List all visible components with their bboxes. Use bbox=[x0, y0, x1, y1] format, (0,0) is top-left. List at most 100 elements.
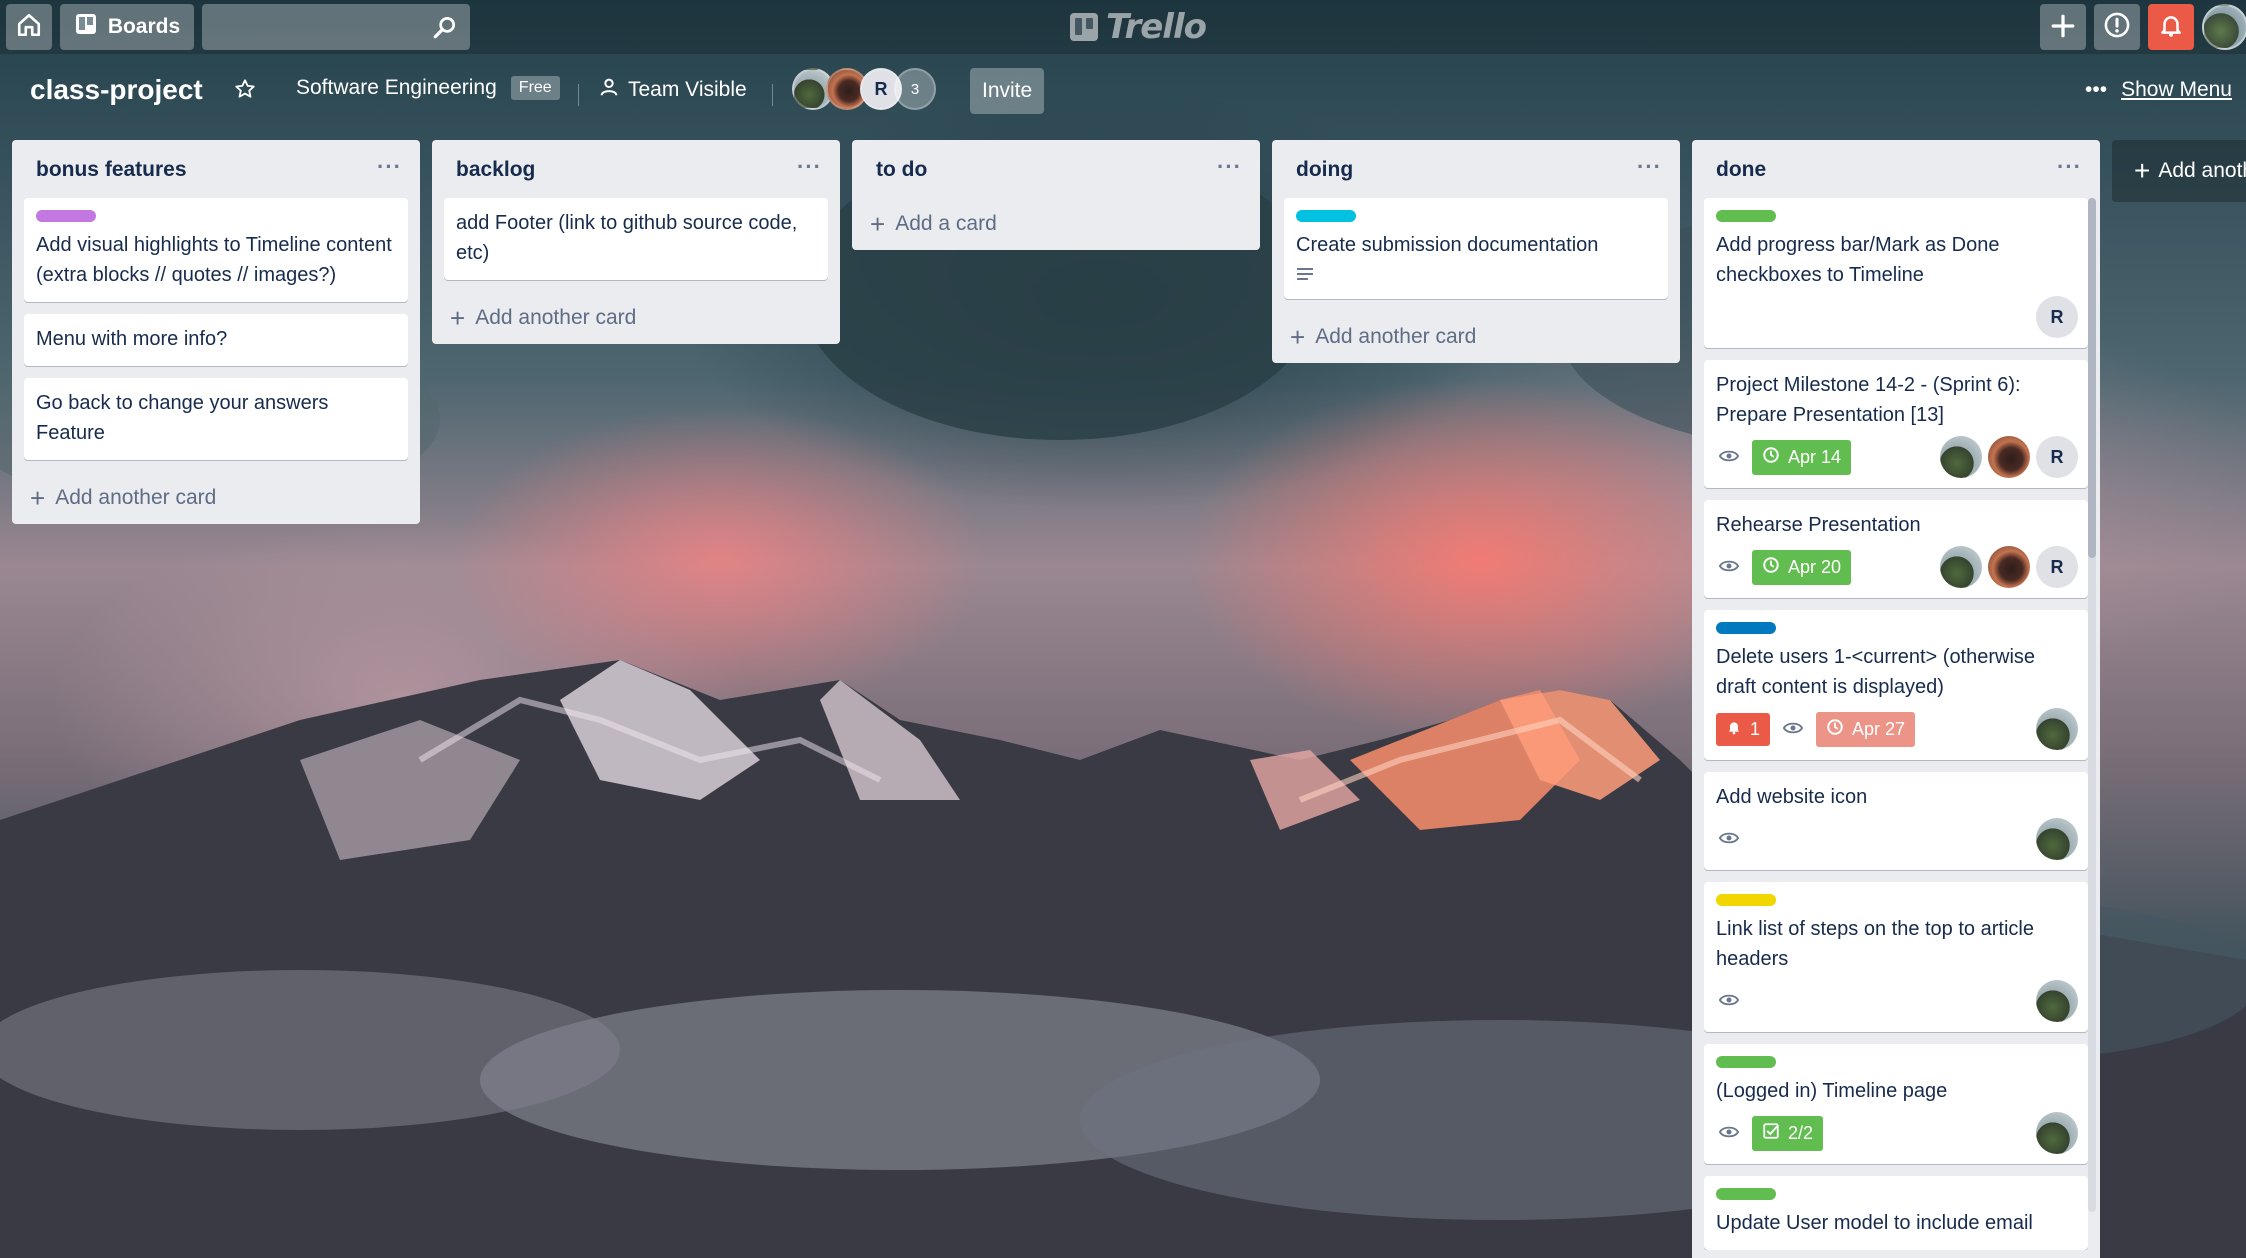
star-button[interactable] bbox=[234, 78, 256, 106]
create-button[interactable] bbox=[2040, 4, 2086, 50]
list-title[interactable]: to do bbox=[876, 158, 927, 182]
trello-logo[interactable]: Trello bbox=[1070, 7, 1207, 47]
member-avatar[interactable]: R bbox=[2036, 546, 2078, 588]
due-date-badge[interactable]: Apr 20 bbox=[1752, 549, 1852, 585]
card[interactable]: Rehearse Presentation Apr 20 R bbox=[1704, 500, 2088, 598]
add-card-button[interactable]: + Add another card bbox=[432, 292, 840, 344]
home-button[interactable] bbox=[6, 4, 52, 50]
info-button[interactable] bbox=[2094, 4, 2140, 50]
ellipsis-icon[interactable]: ··· bbox=[1217, 154, 1242, 180]
list-to-do: to do ··· + Add a card bbox=[852, 140, 1260, 250]
member-avatar[interactable] bbox=[1940, 546, 1982, 588]
checklist-badge: 2/2 bbox=[1752, 1115, 1824, 1151]
ellipsis-icon[interactable]: ··· bbox=[2057, 154, 2082, 180]
add-card-button[interactable]: +Add another card bbox=[12, 472, 420, 524]
card-label[interactable] bbox=[1716, 1056, 1776, 1068]
member-avatar[interactable] bbox=[2036, 818, 2078, 860]
add-card-button[interactable]: + Add a card bbox=[852, 198, 1260, 250]
member-avatar[interactable]: R bbox=[2036, 296, 2078, 338]
card-badges bbox=[1716, 298, 2076, 336]
card[interactable]: Create submission documentation bbox=[1284, 198, 1668, 299]
card-label[interactable] bbox=[1716, 622, 1776, 634]
card-label[interactable] bbox=[1716, 894, 1776, 906]
card-label[interactable] bbox=[1716, 1188, 1776, 1200]
member-avatar[interactable] bbox=[2036, 708, 2078, 750]
list-title[interactable]: backlog bbox=[456, 158, 535, 182]
add-list-button[interactable]: + Add another list bbox=[2112, 140, 2246, 202]
team-icon bbox=[598, 76, 620, 104]
notifications-button[interactable] bbox=[2148, 4, 2194, 50]
ellipsis-icon[interactable]: ··· bbox=[377, 154, 402, 180]
plus-icon bbox=[2050, 6, 2076, 48]
card[interactable]: Update User model to include email bbox=[1704, 1176, 2088, 1250]
search-icon[interactable] bbox=[432, 14, 458, 45]
card[interactable]: Add progress bar/Mark as Done checkboxes… bbox=[1704, 198, 2088, 348]
boards-button[interactable]: Boards bbox=[60, 4, 194, 50]
card[interactable]: Menu with more info? bbox=[24, 314, 408, 366]
eye-icon bbox=[1780, 719, 1806, 740]
top-header: Boards Trello bbox=[0, 0, 2246, 54]
ellipsis-icon[interactable]: ··· bbox=[1637, 154, 1662, 180]
card-label[interactable] bbox=[1296, 210, 1356, 222]
card[interactable]: Delete users 1-<current> (otherwise draf… bbox=[1704, 610, 2088, 760]
list-done: done ··· Add progress bar/Mark as Done che… bbox=[1692, 140, 2100, 1258]
board-title[interactable]: class-project bbox=[30, 74, 203, 106]
member-avatar[interactable] bbox=[1988, 546, 2030, 588]
card-label[interactable] bbox=[1716, 210, 1776, 222]
card-members: R bbox=[2036, 296, 2078, 338]
due-date-badge[interactable]: Apr 14 bbox=[1752, 439, 1852, 475]
show-menu-button[interactable]: ••• Show Menu bbox=[2085, 78, 2232, 102]
card-badges: 2/2 bbox=[1716, 1114, 2076, 1152]
due-date-badge[interactable]: Apr 27 bbox=[1816, 711, 1916, 747]
due-date: Apr 14 bbox=[1788, 446, 1842, 467]
checklist-count: 2/2 bbox=[1788, 1122, 1814, 1143]
card[interactable]: add Footer (link to github source code, … bbox=[444, 198, 828, 280]
visibility-button[interactable]: Team Visible bbox=[598, 76, 747, 104]
card-title: Add visual highlights to Timeline conten… bbox=[36, 234, 392, 286]
plus-icon: + bbox=[30, 483, 46, 513]
invite-button[interactable]: Invite bbox=[970, 68, 1045, 114]
card[interactable]: Project Milestone 14-2 - (Sprint 6): Pre… bbox=[1704, 360, 2088, 488]
team-button[interactable]: Software Engineering Free bbox=[296, 76, 560, 100]
scrollbar-thumb[interactable] bbox=[2088, 198, 2096, 558]
card[interactable]: (Logged in) Timeline page 2/2 bbox=[1704, 1044, 2088, 1164]
card-badges bbox=[1716, 982, 2076, 1020]
card[interactable]: Link list of steps on the top to article… bbox=[1704, 882, 2088, 1032]
boards-label: Boards bbox=[107, 15, 181, 38]
list-header: bonus features ··· bbox=[12, 140, 420, 198]
list-header: backlog ··· bbox=[432, 140, 840, 198]
card-label[interactable] bbox=[36, 210, 96, 222]
add-card-button[interactable]: +Add another card bbox=[1692, 1250, 2100, 1258]
member-avatar[interactable] bbox=[2036, 1112, 2078, 1154]
boards-icon bbox=[74, 12, 98, 42]
card-title: Go back to change your answers Feature bbox=[36, 392, 329, 444]
list-doing: doing ··· Create submission documentation +… bbox=[1272, 140, 1680, 363]
member-avatar[interactable] bbox=[1940, 436, 1982, 478]
member-avatar[interactable] bbox=[1988, 436, 2030, 478]
card-members bbox=[2036, 980, 2078, 1022]
checklist-icon bbox=[1762, 1122, 1780, 1145]
list-title[interactable]: doing bbox=[1296, 158, 1353, 182]
ellipsis-icon[interactable]: ··· bbox=[797, 154, 822, 180]
search-input[interactable] bbox=[202, 4, 470, 50]
plus-icon: + bbox=[450, 303, 466, 333]
member-avatar[interactable] bbox=[2036, 980, 2078, 1022]
add-card-button[interactable]: +Add another card bbox=[1272, 311, 1680, 363]
card-badges bbox=[1716, 820, 2076, 858]
card[interactable]: Go back to change your answers Feature bbox=[24, 378, 408, 460]
card[interactable]: Add visual highlights to Timeline conten… bbox=[24, 198, 408, 302]
card-title: Menu with more info? bbox=[36, 328, 228, 350]
user-avatar[interactable] bbox=[2202, 4, 2246, 50]
list-title[interactable]: bonus features bbox=[36, 158, 187, 182]
list-title[interactable]: done bbox=[1716, 158, 1766, 182]
clock-icon bbox=[1762, 556, 1780, 579]
eye-icon bbox=[1716, 1123, 1742, 1144]
clock-icon bbox=[1762, 446, 1780, 469]
member-avatar[interactable]: R bbox=[2036, 436, 2078, 478]
card[interactable]: Add website icon bbox=[1704, 772, 2088, 870]
list-backlog: backlog ··· add Footer (link to github sou… bbox=[432, 140, 840, 344]
add-card-label: Add another card bbox=[475, 306, 637, 329]
plus-icon: + bbox=[2134, 155, 2151, 186]
member-overflow-count[interactable]: 3 bbox=[894, 68, 936, 110]
bell-icon bbox=[1726, 719, 1742, 740]
